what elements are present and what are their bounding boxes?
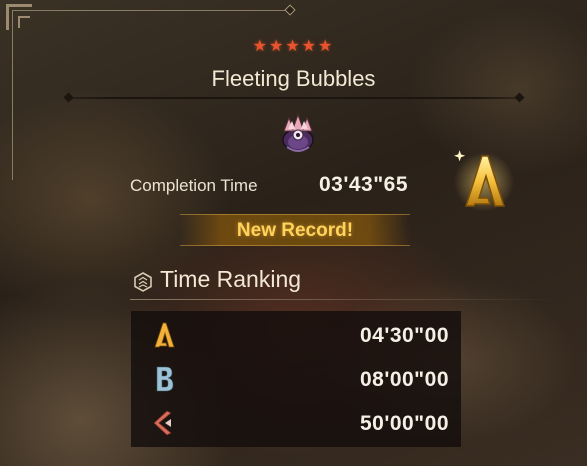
time-ranking-divider	[130, 299, 560, 300]
ranking-time-c: 50'00"00	[359, 412, 449, 435]
completion-time-label: Completion Time	[130, 176, 258, 195]
ranking-row-b: 08'00"00	[131, 359, 461, 399]
star-rating: ★★★★★	[252, 38, 335, 55]
rank-b-icon	[156, 366, 174, 392]
new-record-banner: New Record!	[180, 214, 410, 246]
ranking-hexagon-icon	[134, 272, 152, 292]
ranking-time-b: 08'00"00	[359, 368, 449, 391]
new-record-text: New Record!	[236, 220, 354, 241]
frame-diamond	[284, 4, 296, 16]
time-ranking-table: 04'30"00 08'00"00 50'00"00	[131, 311, 461, 447]
title-divider-left-diamond	[63, 92, 74, 103]
quest-title: Fleeting Bubbles	[211, 66, 376, 91]
monster-portrait-icon	[282, 113, 314, 152]
frame-top-line	[12, 10, 292, 11]
rank-a-badge-icon	[454, 150, 514, 212]
rank-c-icon	[153, 410, 172, 436]
ranking-row-a: 04'30"00	[131, 315, 461, 355]
ranking-row-c: 50'00"00	[131, 403, 461, 443]
title-divider-right-diamond	[514, 92, 525, 103]
title-divider	[68, 97, 520, 99]
time-ranking-label: Time Ranking	[160, 266, 302, 292]
frame-corner-inner	[18, 16, 30, 28]
ranking-time-a: 04'30"00	[359, 324, 449, 347]
rank-a-icon	[154, 322, 175, 348]
completion-time-value: 03'43"65	[319, 173, 409, 196]
